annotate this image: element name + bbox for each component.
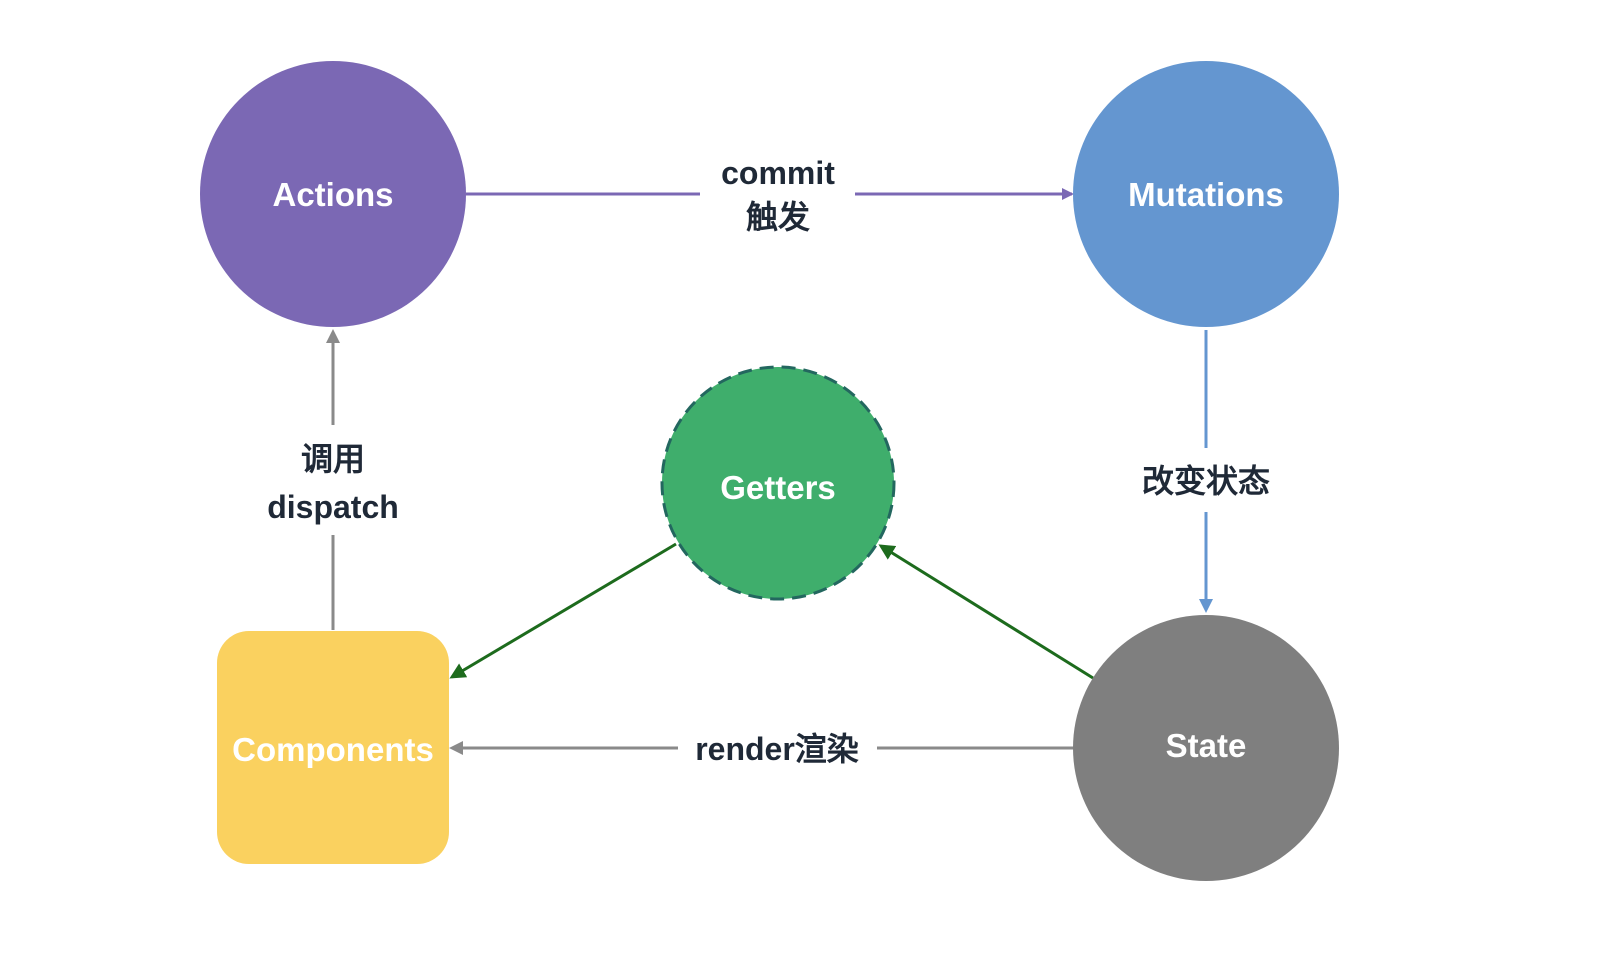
edge-getters-to-components (449, 542, 677, 679)
edge-mutate-state: 改变状态 (1142, 330, 1270, 613)
node-mutations: Mutations (1073, 61, 1339, 327)
edge-mutate-label: 改变状态 (1142, 463, 1270, 499)
node-state: State (1073, 615, 1339, 881)
node-components-label: Components (232, 731, 434, 768)
edge-state-to-getters (878, 544, 1094, 680)
edge-dispatch-label-line2: dispatch (267, 489, 399, 525)
edge-commit-label-line2: 触发 (746, 199, 810, 235)
node-components: Components (217, 631, 449, 864)
edge-render-label: render渲染 (695, 731, 859, 767)
edge-commit-label-line1: commit (721, 155, 835, 191)
node-getters-label: Getters (720, 469, 836, 506)
node-getters: Getters (660, 365, 896, 601)
node-actions: Actions (200, 61, 466, 327)
node-actions-label: Actions (272, 176, 393, 213)
edge-render: render渲染 (449, 731, 1074, 767)
vuex-flow-diagram: commit 触发 改变状态 调用 dispatch render渲染 Acti… (200, 61, 1339, 881)
node-mutations-label: Mutations (1128, 176, 1284, 213)
edge-dispatch-label-line1: 调用 (301, 441, 365, 477)
edge-commit: commit 触发 (466, 155, 1074, 235)
node-state-label: State (1166, 727, 1247, 764)
edge-dispatch: 调用 dispatch (267, 329, 399, 630)
